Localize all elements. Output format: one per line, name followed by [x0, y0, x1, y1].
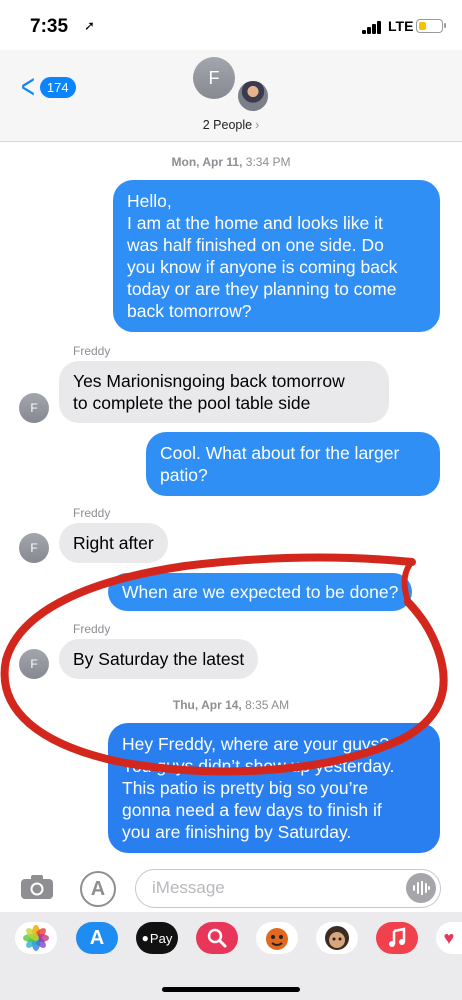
timestamp-day: Thu, Apr 14, — [172, 698, 242, 712]
sender-avatar[interactable]: F — [19, 533, 49, 563]
message-line: patio? — [160, 465, 208, 485]
location-arrow-icon: ➚ — [84, 18, 95, 33]
message-line: was half finished on one side. Do — [127, 235, 384, 255]
incoming-message[interactable]: By Saturday the latest — [59, 639, 259, 679]
message-line: you are finishing by Saturday. — [122, 822, 352, 842]
outgoing-message[interactable]: Cool. What about for the larger patio? — [146, 432, 440, 496]
status-time: 7:35 — [30, 16, 69, 37]
message-line: Cool. What about for the larger — [160, 443, 400, 463]
apple-pay-app-icon[interactable]: ● Pay — [136, 922, 178, 954]
sender-name: Freddy — [73, 344, 111, 358]
message-line: I am at the home and looks like it — [127, 213, 383, 233]
message-line: You guys didn’t show up yesterday. — [122, 756, 395, 776]
incoming-message[interactable]: Yes Marionisngoing back tomorrow to comp… — [59, 361, 389, 423]
group-avatar[interactable]: F — [193, 57, 235, 99]
app-drawer: A ● Pay ♥ — [0, 912, 462, 1000]
heart-app-icon[interactable]: ♥ — [436, 922, 462, 954]
timestamp-day: Mon, Apr 11, — [171, 155, 243, 169]
timestamp: Mon, Apr 11, 3:34 PM — [0, 155, 462, 169]
animoji-app-icon[interactable] — [256, 922, 298, 954]
sender-avatar[interactable]: F — [19, 393, 49, 423]
people-label: 2 People — [202, 118, 253, 132]
image-search-app-icon[interactable] — [196, 922, 238, 954]
camera-icon[interactable] — [20, 874, 54, 900]
unread-count-badge: 174 — [39, 76, 76, 98]
timestamp-time: 3:34 PM — [245, 155, 291, 169]
home-indicator[interactable] — [162, 987, 300, 992]
network-type: LTE — [388, 18, 414, 34]
message-line: back tomorrow? — [127, 301, 252, 321]
timestamp-time: 8:35 AM — [245, 698, 290, 712]
music-app-icon[interactable] — [376, 922, 418, 954]
message-line: Yes Marionisngoing back tomorrow — [73, 371, 345, 391]
compose-bar: A — [0, 862, 462, 912]
status-bar: 7:35 ➚ LTE — [0, 0, 462, 50]
photos-app-icon[interactable] — [15, 922, 57, 954]
message-line: Hey Freddy, where are your guys? — [122, 734, 390, 754]
contact-photo-avatar[interactable] — [236, 79, 270, 113]
message-line: to complete the pool table side — [73, 393, 311, 413]
battery-icon — [416, 19, 446, 33]
people-link[interactable]: 2 People › — [0, 118, 462, 132]
outgoing-message[interactable]: Hello, I am at the home and looks like i… — [113, 180, 440, 332]
conversation-header: < 174 F 2 People › — [0, 50, 462, 142]
incoming-message[interactable]: Right after — [59, 523, 168, 563]
sender-name: Freddy — [73, 622, 111, 636]
sender-avatar[interactable]: F — [19, 649, 49, 679]
outgoing-message[interactable]: Hey Freddy, where are your guys? You guy… — [108, 723, 440, 853]
message-line: you know if anyone is coming back — [127, 257, 398, 277]
chevron-right-icon: › — [255, 118, 260, 132]
message-line: gonna need a few days to finish if — [122, 800, 382, 820]
signal-icon — [362, 21, 382, 34]
sender-name: Freddy — [73, 506, 111, 520]
memoji-app-icon[interactable] — [316, 922, 358, 954]
message-input[interactable] — [152, 878, 382, 898]
timestamp: Thu, Apr 14, 8:35 AM — [0, 698, 462, 712]
message-line: This patio is pretty big so you’re — [122, 778, 369, 798]
app-store-icon[interactable]: A — [80, 871, 116, 907]
apple-pay-label: Pay — [149, 930, 173, 946]
message-field[interactable] — [135, 869, 441, 908]
outgoing-message[interactable]: When are we expected to be done? — [108, 573, 413, 611]
message-line: Hello, — [127, 191, 172, 211]
voice-waveform-icon[interactable] — [406, 873, 436, 903]
app-store-app-icon[interactable]: A — [76, 922, 118, 954]
message-line: today or are they planning to come — [127, 279, 397, 299]
back-button[interactable]: < 174 — [18, 68, 78, 106]
back-chevron-icon: < — [20, 68, 35, 106]
apple-logo-icon: ● — [141, 931, 149, 945]
